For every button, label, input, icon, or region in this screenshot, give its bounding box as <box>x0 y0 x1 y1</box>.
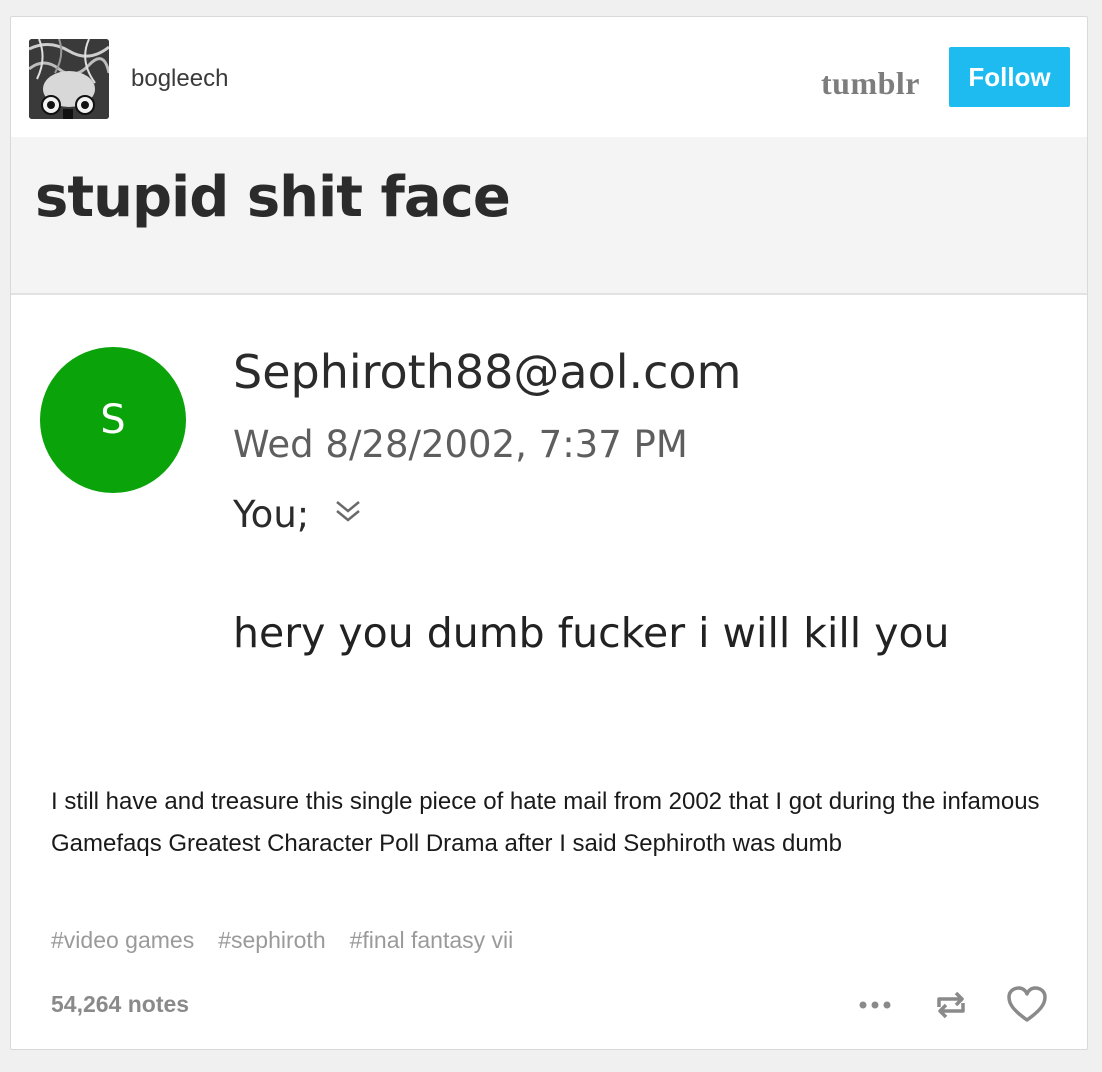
post-header: bogleech tumblr Follow <box>11 17 1087 137</box>
reblog-icon <box>937 991 965 1019</box>
chevron-double-down-icon <box>336 500 361 522</box>
recipient: You; <box>233 493 310 536</box>
blog-avatar[interactable] <box>29 39 109 119</box>
email-subject: stupid shit face <box>35 165 511 230</box>
tag-final-fantasy-vii[interactable]: #final fantasy vii <box>350 927 514 954</box>
sender-avatar: S <box>40 347 186 493</box>
email-subject-bar: stupid shit face <box>11 137 1087 295</box>
email-screenshot: stupid shit face S Sephiroth88@aol.com W… <box>11 137 1087 749</box>
follow-button[interactable]: Follow <box>949 47 1070 107</box>
post-actions <box>853 983 1049 1027</box>
more-options-button[interactable] <box>853 983 897 1027</box>
tag-sephiroth[interactable]: #sephiroth <box>218 927 325 954</box>
heart-icon <box>1007 986 1047 1022</box>
post-caption: I still have and treasure this single pi… <box>51 788 1040 857</box>
sender-email: Sephiroth88@aol.com <box>233 345 742 399</box>
tag-video-games[interactable]: #video games <box>51 927 194 954</box>
notes-count[interactable]: 54,264 notes <box>51 991 189 1018</box>
reblog-button[interactable] <box>929 983 973 1027</box>
like-button[interactable] <box>1005 983 1049 1027</box>
tumblr-logo[interactable]: tumblr <box>821 65 920 102</box>
avatar-image <box>29 39 109 119</box>
post-card: bogleech tumblr Follow stupid shit face … <box>10 16 1088 1050</box>
sender-initial: S <box>100 397 126 443</box>
blog-username[interactable]: bogleech <box>131 65 228 93</box>
post-tags: #video games #sephiroth #final fantasy v… <box>51 927 513 954</box>
recipient-row: You; <box>233 493 363 536</box>
sent-date: Wed 8/28/2002, 7:37 PM <box>233 423 688 466</box>
email-body: hery you dumb fucker i will kill you <box>233 609 950 657</box>
more-options-icon <box>859 1001 891 1009</box>
